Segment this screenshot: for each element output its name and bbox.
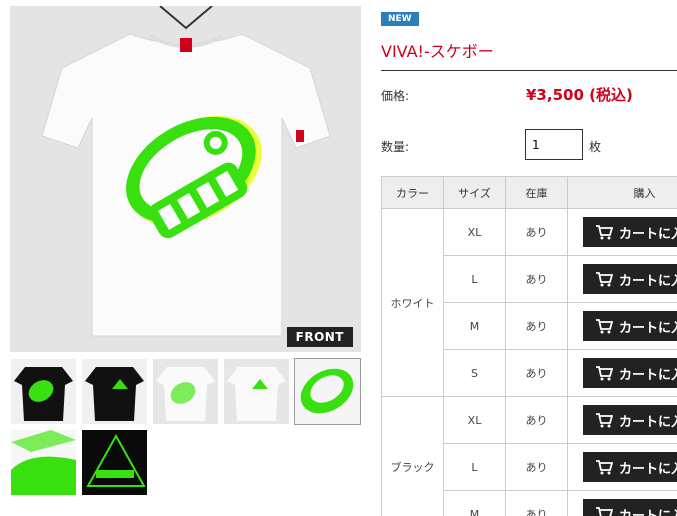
cart-button-label: カートに入れる <box>619 508 677 516</box>
add-to-cart-button[interactable]: カートに入れる <box>583 311 677 341</box>
table-header-row: カラー サイズ 在庫 購入 <box>381 176 677 209</box>
variant-table: カラー サイズ 在庫 購入 ホワイト XL あり カートに入れる L あり カー… <box>381 176 677 516</box>
purchase-cell: カートに入れる <box>567 255 677 303</box>
main-product-image: FRONT <box>10 6 361 352</box>
stock-cell: あり <box>505 396 568 444</box>
thumbnail-image <box>224 359 289 424</box>
cart-button-label: カートに入れる <box>619 367 677 383</box>
header-size: サイズ <box>443 176 506 209</box>
add-to-cart-button[interactable]: カートに入れる <box>583 499 677 516</box>
add-to-cart-button[interactable]: カートに入れる <box>583 217 677 247</box>
price-label: 価格: <box>381 89 410 103</box>
new-badge: NEW <box>381 12 419 26</box>
title-divider <box>381 70 677 71</box>
purchase-cell: カートに入れる <box>567 443 677 491</box>
stock-cell: あり <box>505 255 568 303</box>
cart-button-label: カートに入れる <box>619 226 677 242</box>
thumbnail-print-detail[interactable] <box>11 430 76 495</box>
product-price: ¥3,500 (税込) <box>526 86 633 104</box>
size-cell: XL <box>443 208 506 256</box>
tshirt-illustration <box>10 6 361 352</box>
size-cell: S <box>443 349 506 397</box>
cart-button-label: カートに入れる <box>619 320 677 336</box>
thumbnail-image <box>82 359 147 424</box>
thumbnail-image <box>295 359 360 424</box>
purchase-cell: カートに入れる <box>567 208 677 256</box>
thumbnail-black-front[interactable] <box>11 359 76 424</box>
add-to-cart-button[interactable]: カートに入れる <box>583 452 677 482</box>
quantity-input[interactable] <box>525 129 583 160</box>
purchase-cell: カートに入れる <box>567 396 677 444</box>
table-row: ホワイト XL あり カートに入れる <box>381 208 677 397</box>
add-to-cart-button[interactable]: カートに入れる <box>583 405 677 435</box>
stock-cell: あり <box>505 208 568 256</box>
variant-table-container: カラー サイズ 在庫 購入 ホワイト XL あり カートに入れる L あり カー… <box>381 176 677 516</box>
size-cell: L <box>443 443 506 491</box>
color-black: ブラック <box>381 396 444 516</box>
header-stock: 在庫 <box>505 176 568 209</box>
size-cell: M <box>443 302 506 350</box>
cart-button-label: カートに入れる <box>619 414 677 430</box>
header-purchase: 購入 <box>567 176 677 209</box>
cart-icon <box>596 225 613 240</box>
thumbnail-image <box>11 430 76 495</box>
header-color: カラー <box>381 176 444 209</box>
stock-cell: あり <box>505 349 568 397</box>
cart-icon <box>596 272 613 287</box>
thumbnail-white-front[interactable] <box>153 359 218 424</box>
purchase-cell: カートに入れる <box>567 302 677 350</box>
thumbnail-black-back[interactable] <box>82 359 147 424</box>
thumbnail-image <box>153 359 218 424</box>
cart-icon <box>596 460 613 475</box>
add-to-cart-button[interactable]: カートに入れる <box>583 358 677 388</box>
cart-button-label: カートに入れる <box>619 273 677 289</box>
size-cell: L <box>443 255 506 303</box>
thumbnail-logo-detail[interactable] <box>82 430 147 495</box>
front-view-label: FRONT <box>286 327 353 347</box>
thumbnail-graphic-closeup[interactable] <box>294 358 361 425</box>
quantity-unit: 枚 <box>589 140 602 154</box>
stock-cell: あり <box>505 490 568 516</box>
add-to-cart-button[interactable]: カートに入れる <box>583 264 677 294</box>
quantity-label: 数量: <box>381 140 410 154</box>
thumbnail-image <box>82 430 147 495</box>
cart-icon <box>596 366 613 381</box>
cart-button-label: カートに入れる <box>619 461 677 477</box>
product-title: VIVA!-スケボー <box>381 42 494 61</box>
purchase-cell: カートに入れる <box>567 490 677 516</box>
cart-icon <box>596 507 613 516</box>
cart-icon <box>596 413 613 428</box>
cart-icon <box>596 319 613 334</box>
thumbnail-white-back[interactable] <box>224 359 289 424</box>
table-row: ブラック XL あり カートに入れる <box>381 396 677 516</box>
size-cell: M <box>443 490 506 516</box>
stock-cell: あり <box>505 302 568 350</box>
stock-cell: あり <box>505 443 568 491</box>
color-white: ホワイト <box>381 208 444 397</box>
purchase-cell: カートに入れる <box>567 349 677 397</box>
size-cell: XL <box>443 396 506 444</box>
thumbnail-image <box>11 359 76 424</box>
